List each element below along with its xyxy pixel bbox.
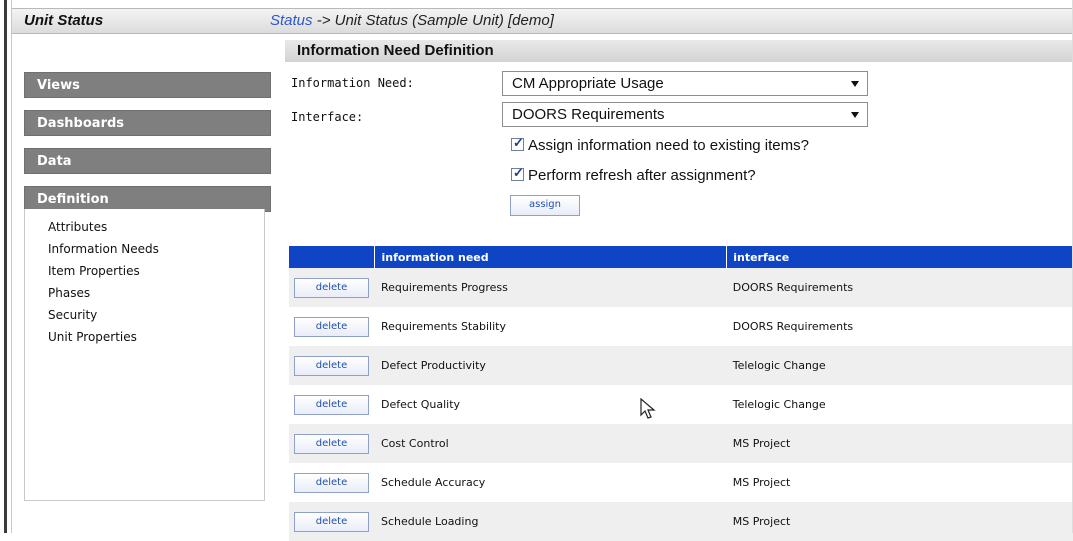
table-cell-interface: DOORS Requirements [726,307,1073,346]
table-cell-interface: DOORS Requirements [726,268,1073,307]
page-title: Unit Status [24,12,104,29]
delete-button[interactable]: delete [294,433,369,454]
table-cell-action: delete [289,424,375,463]
chevron-down-icon [851,81,859,87]
delete-button[interactable]: delete [294,511,369,532]
breadcrumb-current-path: -> Unit Status (Sample Unit) [demo] [312,12,554,29]
information-need-selected-value: CM Appropriate Usage [512,75,664,92]
sidebar-item-attributes[interactable]: Attributes [48,220,107,234]
delete-button[interactable]: delete [294,472,369,493]
delete-button[interactable]: delete [294,394,369,415]
sidebar-header-views[interactable]: Views [24,72,271,98]
sidebar-item-item-properties[interactable]: Item Properties [48,264,140,278]
table-cell-information-need: Schedule Loading [374,502,727,541]
sidebar-header-data[interactable]: Data [24,148,271,174]
table-cell-information-need: Schedule Accuracy [374,463,727,502]
table-cell-information-need: Defect Productivity [374,346,727,385]
top-spacer [12,0,1073,6]
table-cell-interface: Telelogic Change [726,385,1073,424]
table-header-actions [289,246,376,268]
breadcrumb: Status -> Unit Status (Sample Unit) [dem… [270,12,554,29]
table-cell-information-need: Requirements Stability [374,307,727,346]
table-cell-interface: MS Project [726,424,1073,463]
sidebar-header-dashboards[interactable]: Dashboards [24,110,271,136]
table-cell-information-need: Requirements Progress [374,268,727,307]
information-need-definition-title: Information Need Definition [285,40,1073,62]
sidebar-item-information-needs[interactable]: Information Needs [48,242,159,256]
assign-existing-checkbox[interactable] [511,135,524,151]
interface-label: Interface: [291,110,364,124]
perform-refresh-label: Perform refresh after assignment? [528,167,756,184]
sidebar-item-unit-properties[interactable]: Unit Properties [48,330,137,344]
table-cell-action: delete [289,346,375,385]
table-header-information-need: information need [374,246,728,268]
table-cell-interface: MS Project [726,502,1073,541]
chevron-down-icon [851,112,859,118]
information-need-select[interactable]: CM Appropriate Usage [502,71,868,96]
delete-button[interactable]: delete [294,277,369,298]
delete-button[interactable]: delete [294,316,369,337]
table-cell-action: delete [289,268,375,307]
table-cell-interface: Telelogic Change [726,346,1073,385]
perform-refresh-checkbox[interactable] [511,165,524,181]
mouse-pointer-icon [640,398,656,419]
table-cell-information-need: Defect Quality [374,385,727,424]
information-needs-table: information need interface delete Requir… [289,246,1073,541]
table-cell-information-need: Cost Control [374,424,727,463]
table-cell-action: delete [289,463,375,502]
assign-button[interactable]: assign [510,195,580,216]
table-header-interface: interface [726,246,1073,268]
assign-existing-checkbox-row[interactable]: Assign information need to existing item… [511,135,809,157]
interface-selected-value: DOORS Requirements [512,106,665,123]
table-cell-action: delete [289,502,375,541]
interface-select[interactable]: DOORS Requirements [502,102,868,127]
page-header: Unit Status Status -> Unit Status (Sampl… [12,8,1073,34]
delete-button[interactable]: delete [294,355,369,376]
table-cell-action: delete [289,385,375,424]
table-row: delete Defect Quality Telelogic Change [289,385,1073,424]
table-row: delete Requirements Progress DOORS Requi… [289,268,1073,307]
table-cell-interface: MS Project [726,463,1073,502]
sidebar-item-security[interactable]: Security [48,308,97,322]
assign-existing-label: Assign information need to existing item… [528,137,809,154]
table-row: delete Schedule Loading MS Project [289,502,1073,541]
table-row: delete Requirements Stability DOORS Requ… [289,307,1073,346]
perform-refresh-checkbox-row[interactable]: Perform refresh after assignment? [511,165,756,187]
sidebar-item-phases[interactable]: Phases [48,286,90,300]
information-need-label: Information Need: [291,76,414,90]
table-row: delete Cost Control MS Project [289,424,1073,463]
table-row: delete Schedule Accuracy MS Project [289,463,1073,502]
breadcrumb-status-link[interactable]: Status [270,12,313,29]
table-row: delete Defect Productivity Telelogic Cha… [289,346,1073,385]
table-cell-action: delete [289,307,375,346]
left-window-border [0,0,12,533]
